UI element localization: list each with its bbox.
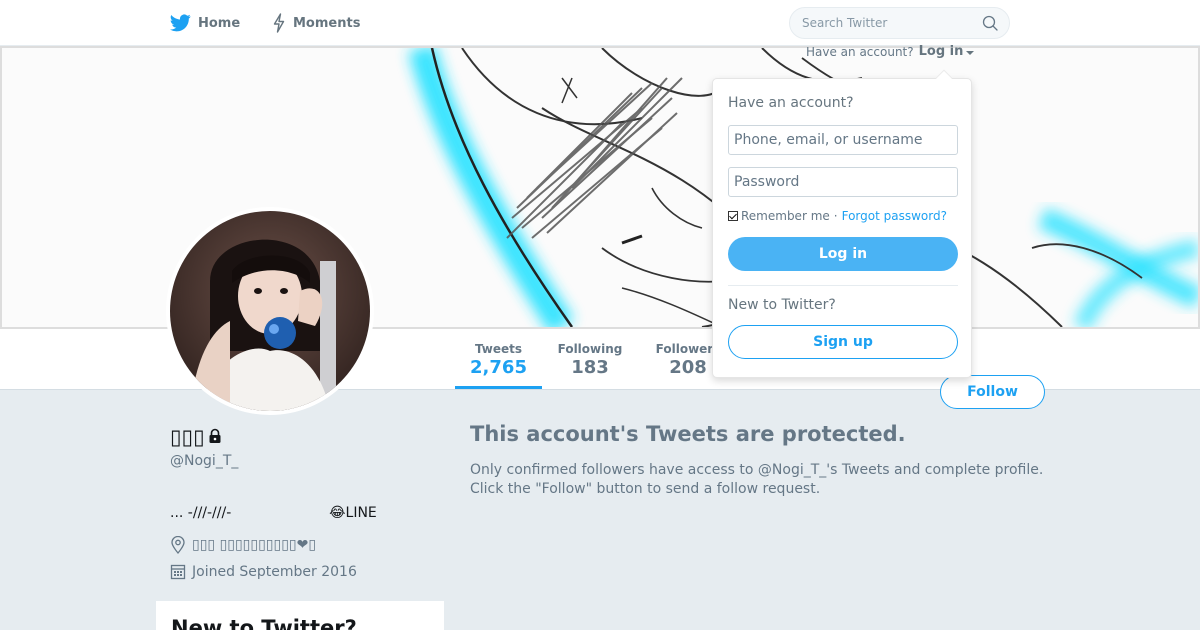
search-box	[789, 7, 1010, 39]
login-dropdown-heading: Have an account?	[728, 95, 854, 111]
login-trigger-label: Log in	[918, 44, 964, 59]
profile-bio: ... -///-///- 😂LINE	[170, 505, 377, 521]
avatar-photo	[170, 211, 370, 411]
nav-moments[interactable]: Moments	[272, 0, 360, 46]
signup-button[interactable]: Sign up	[728, 325, 958, 359]
remember-separator: ·	[833, 209, 838, 223]
profile-fullname-text: ▯▯▯	[170, 425, 205, 449]
profile-location: ▯▯▯ ▯▯▯▯▯▯▯▯▯▯❤▯	[170, 536, 316, 554]
top-nav: Home Moments	[0, 0, 1200, 46]
profile-joined: Joined September 2016	[170, 563, 357, 580]
twitter-bird-icon	[170, 14, 191, 32]
stat-following-label: Following	[557, 342, 623, 356]
profile-screenname[interactable]: @Nogi_T_	[170, 453, 238, 469]
login-dropdown-toggle[interactable]: Log in	[919, 44, 975, 59]
protected-body: Only confirmed followers have access to …	[470, 462, 1044, 497]
login-button[interactable]: Log in	[728, 237, 958, 271]
new-to-twitter-heading: New to Twitter?	[728, 297, 836, 313]
avatar[interactable]	[166, 207, 374, 415]
search-icon[interactable]	[982, 15, 998, 35]
login-hint: Have an account? Log in	[806, 44, 975, 59]
forgot-password-link[interactable]: Forgot password?	[842, 209, 947, 223]
signup-card-heading: New to Twitter?	[171, 616, 357, 630]
calendar-icon	[170, 564, 186, 580]
protected-title: This account's Tweets are protected.	[470, 422, 906, 446]
profile-joined-text: Joined September 2016	[192, 563, 357, 580]
stat-tweets-value: 2,765	[470, 357, 527, 378]
login-dropdown: Have an account? Remember me · Forgot pa…	[712, 69, 972, 378]
password-input[interactable]	[728, 167, 958, 197]
profile-fullname: ▯▯▯	[170, 425, 223, 449]
nav-moments-label: Moments	[293, 15, 361, 31]
stat-following-value: 183	[571, 357, 609, 378]
lock-icon	[207, 425, 223, 449]
nav-home[interactable]: Home	[170, 0, 240, 46]
caret-down-icon	[966, 51, 975, 55]
remember-me-checkbox[interactable]	[728, 211, 738, 221]
remember-row: Remember me · Forgot password?	[728, 209, 947, 223]
stat-following[interactable]: Following 183	[552, 329, 628, 389]
lightning-icon	[273, 13, 285, 33]
profile-location-text: ▯▯▯ ▯▯▯▯▯▯▯▯▯▯❤▯	[192, 537, 317, 553]
nav-home-label: Home	[198, 15, 241, 31]
stat-tweets-label: Tweets	[474, 342, 523, 356]
signup-card: New to Twitter?	[156, 601, 444, 630]
login-hint-text: Have an account?	[806, 44, 914, 59]
search-input[interactable]	[790, 8, 970, 38]
dropdown-divider	[728, 285, 958, 286]
username-input[interactable]	[728, 125, 958, 155]
follow-button[interactable]: Follow	[940, 375, 1045, 409]
location-pin-icon	[171, 536, 185, 554]
remember-me-label[interactable]: Remember me	[741, 209, 830, 223]
stat-tweets[interactable]: Tweets 2,765	[455, 329, 542, 389]
